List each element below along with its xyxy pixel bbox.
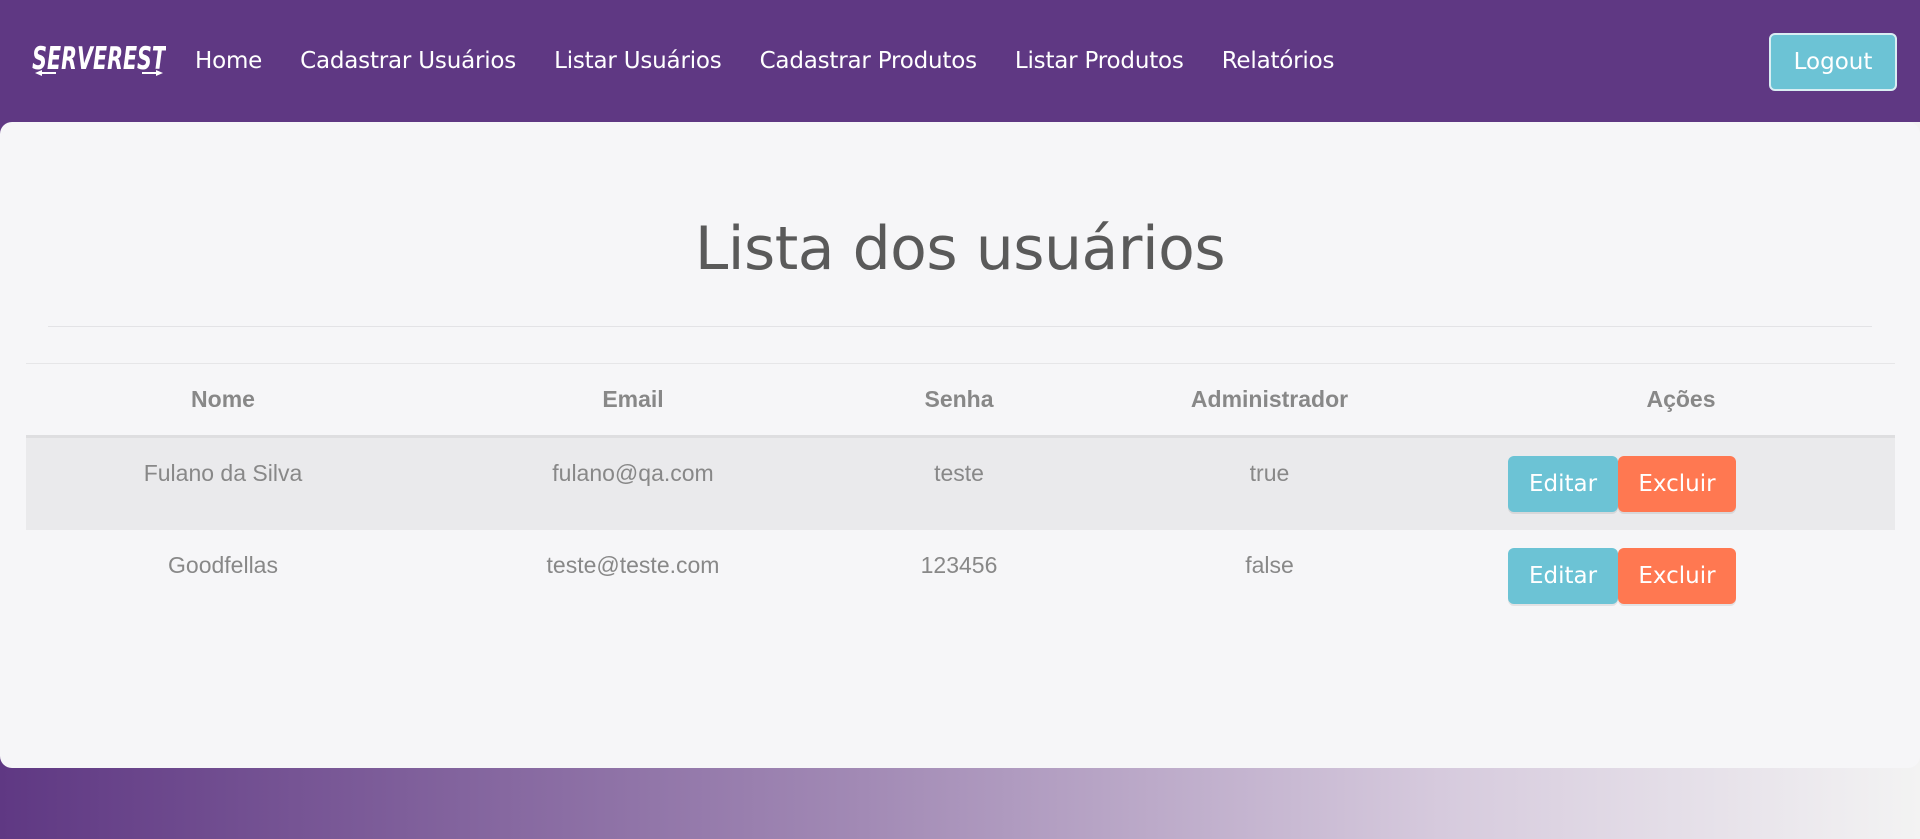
navbar: SERVEREST Home Cadastrar Usuários Listar… (0, 0, 1920, 122)
delete-button[interactable]: Excluir (1618, 547, 1736, 604)
header-email: Email (602, 386, 664, 412)
cell-senha: teste (934, 460, 984, 486)
serverest-logo[interactable]: SERVEREST (32, 41, 166, 81)
header-acoes: Ações (1646, 386, 1716, 412)
nav-relatorios[interactable]: Relatórios (1203, 48, 1354, 74)
delete-button[interactable]: Excluir (1618, 456, 1736, 512)
header-senha: Senha (924, 386, 994, 412)
nav-cadastrar-produtos[interactable]: Cadastrar Produtos (741, 48, 996, 74)
users-table: Nome Email Senha Administrador Ações Ful… (26, 363, 1895, 623)
header-administrador: Administrador (1190, 386, 1349, 412)
main-panel: Lista dos usuários Nome Email Senha Admi… (0, 122, 1920, 768)
edit-button[interactable]: Editar (1508, 456, 1618, 512)
table-row: Goodfellas teste@teste.com 123456 false … (26, 530, 1895, 623)
cell-email: fulano@qa.com (552, 460, 714, 486)
cell-senha: 123456 (920, 551, 998, 578)
title-divider (48, 326, 1872, 327)
page-title: Lista dos usuários (694, 214, 1226, 284)
cell-acoes: Editar Excluir (1467, 437, 1895, 530)
cell-acoes: Editar Excluir (1467, 530, 1895, 623)
nav-home[interactable]: Home (176, 48, 281, 74)
cell-administrador: true (1249, 460, 1290, 486)
header-nome: Nome (191, 386, 255, 412)
cell-email: teste@teste.com (546, 551, 720, 578)
edit-button[interactable]: Editar (1508, 547, 1618, 604)
nav-listar-produtos[interactable]: Listar Produtos (996, 48, 1203, 74)
logout-button[interactable]: Logout (1769, 33, 1897, 91)
cell-administrador: false (1245, 551, 1294, 578)
table-row: Fulano da Silva fulano@qa.com teste true… (26, 436, 1895, 530)
nav-cadastrar-usuarios[interactable]: Cadastrar Usuários (281, 48, 535, 74)
cell-nome: Fulano da Silva (143, 460, 303, 486)
cell-nome: Goodfellas (168, 551, 278, 578)
table-header-row: Nome Email Senha Administrador Ações (26, 363, 1895, 437)
nav-listar-usuarios[interactable]: Listar Usuários (535, 48, 740, 74)
nav-links: Home Cadastrar Usuários Listar Usuários … (176, 48, 1353, 74)
serverest-logo-icon: SERVEREST (32, 42, 166, 77)
